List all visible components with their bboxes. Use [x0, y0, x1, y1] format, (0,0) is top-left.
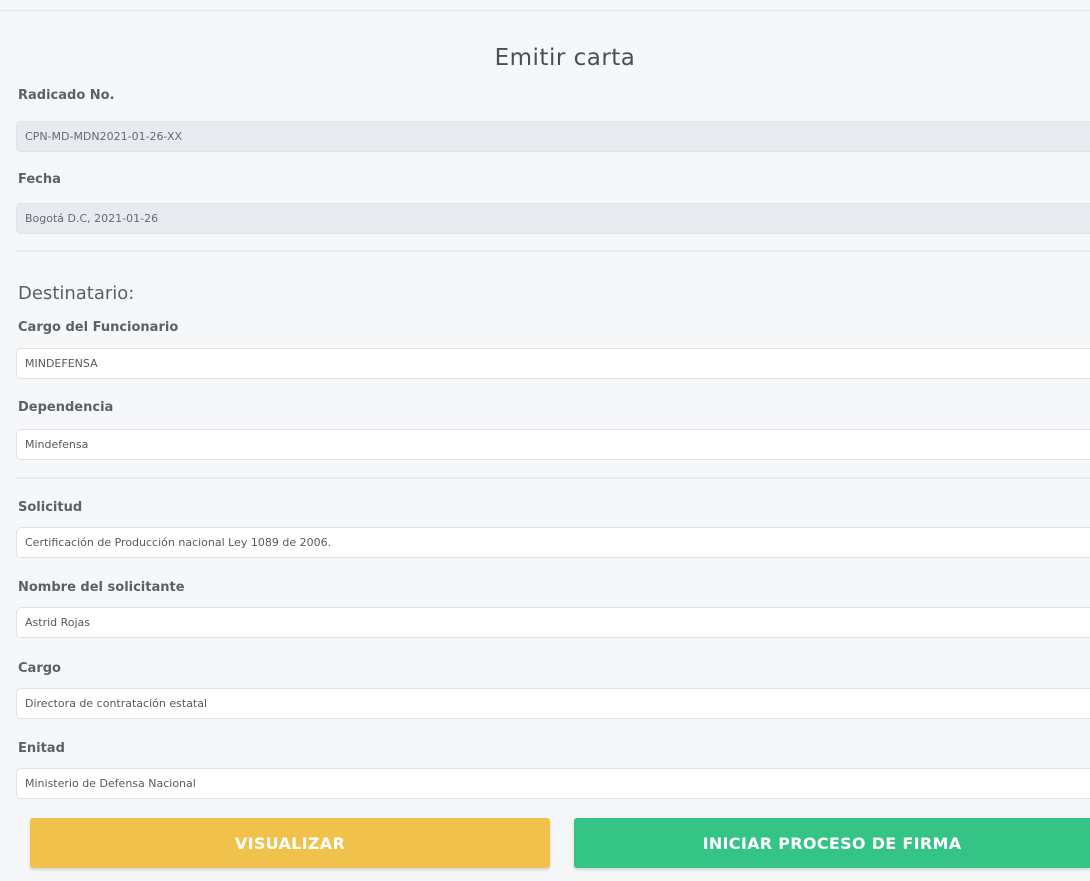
page-title: Emitir carta — [494, 45, 636, 71]
radicado-field[interactable] — [16, 121, 1090, 152]
cargo-funcionario-field[interactable] — [16, 348, 1090, 379]
fecha-label: Fecha — [18, 172, 61, 187]
cargo-label: Cargo — [18, 661, 61, 676]
dependencia-label: Dependencia — [18, 400, 114, 415]
nombre-solicitante-label: Nombre del solicitante — [18, 580, 185, 595]
visualizar-button[interactable]: VISUALIZAR — [30, 818, 550, 868]
destinatario-heading: Destinatario: — [18, 283, 135, 304]
cargo-funcionario-label: Cargo del Funcionario — [18, 320, 179, 335]
cargo-field[interactable] — [16, 688, 1090, 719]
iniciar-proceso-firma-button[interactable]: INICIAR PROCESO DE FIRMA — [574, 818, 1090, 868]
section-divider — [16, 477, 1090, 479]
entidad-field[interactable] — [16, 768, 1090, 799]
radicado-label: Radicado No. — [18, 88, 115, 103]
nombre-solicitante-field[interactable] — [16, 607, 1090, 638]
entidad-label: Enitad — [18, 741, 65, 756]
solicitud-field[interactable] — [16, 527, 1090, 558]
solicitud-label: Solicitud — [18, 500, 83, 515]
section-divider — [16, 250, 1090, 252]
top-bar — [0, 0, 1090, 11]
dependencia-field[interactable] — [16, 429, 1090, 460]
fecha-field[interactable] — [16, 203, 1090, 234]
